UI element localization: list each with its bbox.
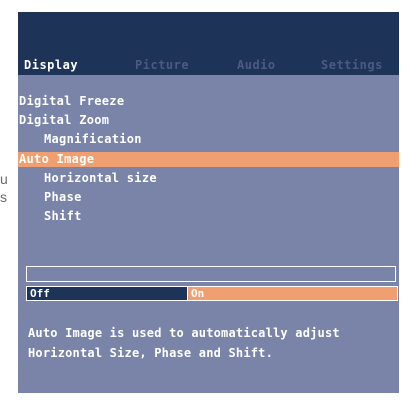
menu-item-digital-freeze[interactable]: Digital Freeze <box>18 94 399 109</box>
menu-item-label: Digital Zoom <box>19 113 110 127</box>
help-text: Auto Image is used to automatically adju… <box>28 323 388 363</box>
menu-item-label: Horizontal size <box>44 171 157 185</box>
menu-item-label: Magnification <box>44 132 142 146</box>
menu-item-label: Phase <box>44 190 82 204</box>
help-text-line-1: Auto Image is used to automatically adju… <box>28 326 340 340</box>
menu-item-phase[interactable]: Phase <box>18 190 399 205</box>
toggle-off-option[interactable]: Off <box>27 287 188 300</box>
help-text-line-2: Horizontal Size, Phase and Shift. <box>28 346 274 360</box>
osd-menu-panel: Display Picture Audio Settings Digital F… <box>18 12 399 393</box>
toggle-on-option[interactable]: On <box>188 287 397 300</box>
menu-item-label: Digital Freeze <box>19 94 125 108</box>
clipped-edge-text-2: s <box>0 189 7 205</box>
menu-item-shift[interactable]: Shift <box>18 209 399 224</box>
menu-item-horizontal-size[interactable]: Horizontal size <box>18 171 399 186</box>
clipped-edge-text-1: u <box>0 171 8 187</box>
tab-bar: Display Picture Audio Settings <box>18 12 399 75</box>
menu-item-label: Auto Image <box>19 152 95 166</box>
value-preview-box <box>26 266 396 282</box>
menu-item-digital-zoom[interactable]: Digital Zoom <box>18 113 399 128</box>
tab-settings[interactable]: Settings <box>321 58 383 72</box>
tab-display[interactable]: Display <box>24 58 78 72</box>
tab-picture[interactable]: Picture <box>135 58 189 72</box>
tab-audio[interactable]: Audio <box>237 58 276 72</box>
auto-image-toggle[interactable]: Off On <box>26 286 398 301</box>
menu-item-auto-image[interactable]: Auto Image <box>18 152 399 167</box>
menu-item-magnification[interactable]: Magnification <box>18 132 399 147</box>
menu-item-label: Shift <box>44 209 82 223</box>
